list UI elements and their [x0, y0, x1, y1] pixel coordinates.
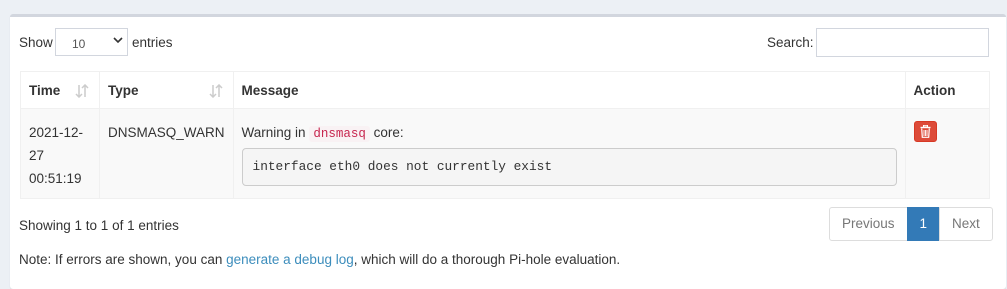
sort-arrows-icon: [75, 84, 89, 98]
debug-log-link[interactable]: generate a debug log: [226, 252, 354, 267]
message-summary: Warning in dnsmasq core:: [242, 121, 897, 146]
note-suffix: , which will do a thorough Pi-hole evalu…: [353, 252, 621, 267]
delete-button[interactable]: [913, 121, 937, 142]
search-input[interactable]: [816, 28, 989, 57]
entries-per-page-value: 10: [72, 37, 86, 51]
length-entries-label: entries: [132, 35, 173, 50]
cell-message: Warning in dnsmasq core: interface eth0 …: [232, 108, 906, 199]
note-prefix: Note: If errors are shown, you can: [19, 252, 223, 267]
message-prefix: Warning in: [241, 125, 306, 140]
next-page-button[interactable]: Next: [939, 207, 993, 241]
page-1-button[interactable]: 1: [906, 207, 941, 241]
table-header-row: Time Type Message Action: [20, 71, 991, 109]
column-header-time[interactable]: Time: [20, 71, 100, 109]
cell-time: 2021-12- 27 00:51:19: [20, 108, 100, 199]
debug-note: Note: If errors are shown, you can gener…: [19, 250, 620, 270]
messages-box: Show 10 entries Search: Time Type Messag…: [10, 14, 1006, 289]
messages-table: Time Type Message Action 2021-12- 27 00:…: [20, 71, 991, 199]
search-label: Search:: [767, 35, 814, 50]
trash-icon: [920, 125, 931, 138]
table-row: 2021-12- 27 00:51:19 DNSMASQ_WARN Warnin…: [20, 108, 991, 199]
chevron-down-icon: [113, 37, 123, 44]
message-code: dnsmasq: [309, 126, 370, 142]
column-header-type[interactable]: Type: [99, 71, 234, 109]
time-date: 2021-12-: [29, 125, 84, 140]
column-header-action: Action: [904, 71, 991, 109]
length-show-label: Show: [19, 35, 53, 50]
message-detail: interface eth0 does not currently exist: [241, 148, 897, 186]
message-suffix: core:: [373, 125, 404, 140]
previous-page-button[interactable]: Previous: [829, 207, 908, 241]
cell-action: [904, 108, 991, 199]
pagination: Previous 1 Next: [829, 207, 993, 241]
time-clock: 00:51:19: [29, 171, 82, 186]
time-date-day: 27: [29, 148, 45, 163]
table-info: Showing 1 to 1 of 1 entries: [19, 218, 179, 233]
entries-per-page-select[interactable]: 10: [55, 28, 128, 56]
cell-type: DNSMASQ_WARN: [99, 108, 234, 199]
column-header-message: Message: [232, 71, 906, 109]
sort-arrows-icon: [208, 84, 223, 98]
